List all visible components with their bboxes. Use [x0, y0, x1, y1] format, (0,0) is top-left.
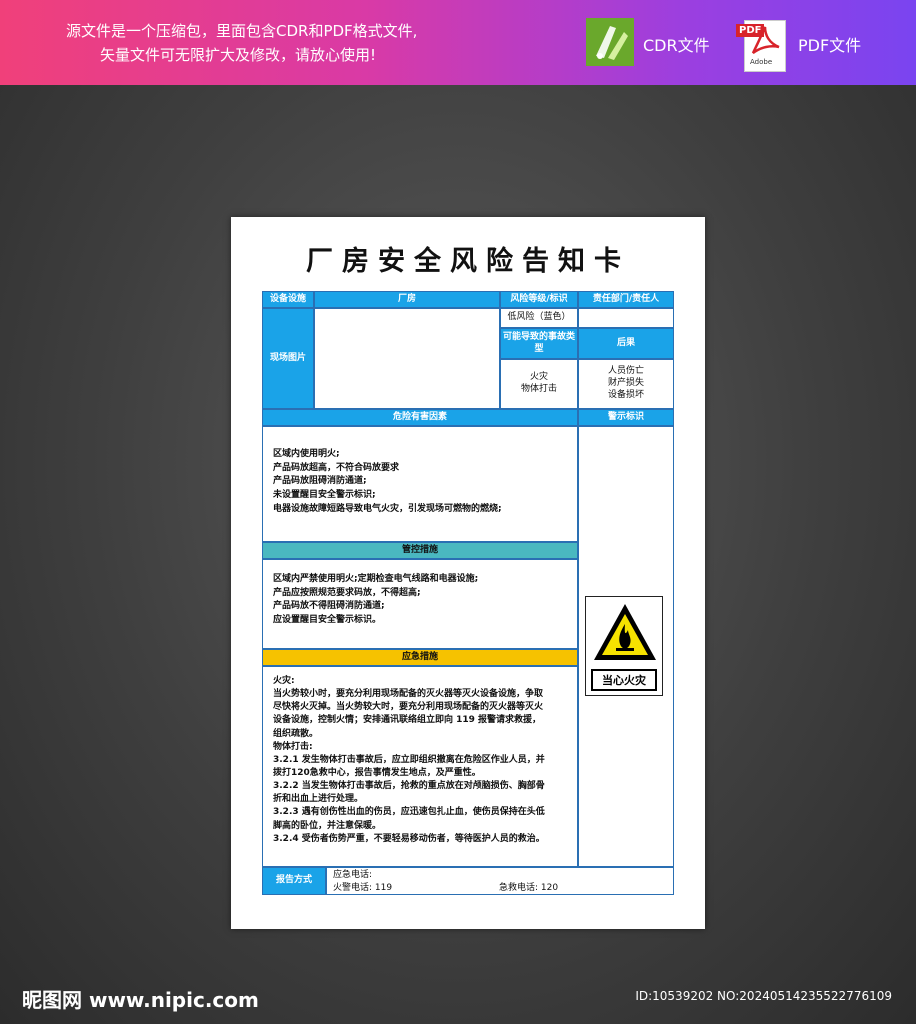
hazard-line: 产品码放阻碍消防通道;: [273, 476, 367, 487]
emergency-line: 组织疏散。: [273, 728, 319, 739]
consequence-item: 设备损坏: [607, 389, 644, 400]
warning-sign-header: 警示标识: [578, 409, 674, 426]
emergency-line: 尽快将火灭掉。当火势较大时，要充分利用现场配备的灭火器等灭火: [273, 702, 544, 713]
site-photo-label: 现场图片: [262, 308, 314, 409]
fire-phone: 火警电话: 119: [333, 883, 393, 893]
emergency-line: 折和出血上进行处理。: [273, 794, 364, 805]
control-line: 区域内严禁使用明火;定期检查电气线路和电器设施;: [273, 574, 479, 584]
accident-type-list: 火灾 物体打击: [500, 359, 578, 409]
emergency-phone: 应急电话:: [333, 870, 373, 880]
site-photo-area: [314, 308, 500, 409]
emergency-line: 设备设施，控制火情；安排通讯联络组立即向 119 报警请求救援，: [273, 715, 542, 726]
consequence-list: 人员伤亡 财产损失 设备损坏: [578, 359, 674, 409]
report-phones: 应急电话: 火警电话: 119 急救电话: 120: [326, 867, 674, 895]
control-line: 产品应按照规范要求码放，不得超高;: [273, 587, 421, 598]
accident-item: 火灾: [529, 372, 548, 383]
emergency-line: 脚高的卧位，并注意保暖。: [273, 820, 382, 831]
accident-item: 物体打击: [520, 384, 557, 394]
report-method-label: 报告方式: [262, 867, 326, 895]
hazard-text: 区域内使用明火; 产品码放超高，不符合码放要求 产品码放阻碍消防通道; 未设置醒…: [262, 426, 578, 542]
emergency-line: 物体打击:: [273, 741, 313, 752]
risk-notice-card: 厂房安全风险告知卡 设备设施 厂房 风险等级/标识 责任部门/责任人 现场图片 …: [231, 217, 705, 929]
emergency-line: 拨打120急救中心，报告事情发生地点，及严重性。: [273, 767, 481, 778]
fire-warning-label: 当心火灾: [591, 669, 657, 691]
hazard-line: 产品码放超高，不符合码放要求: [273, 462, 400, 473]
card-title: 厂房安全风险告知卡: [306, 246, 630, 277]
risk-level-value: 低风险（蓝色）: [500, 308, 578, 328]
emergency-line: 3.2.4 受伤者伤势严重，不要轻易移动伤者，等待医护人员的救治。: [273, 833, 545, 844]
fire-warning-sign: 当心火灾: [585, 596, 663, 696]
hazard-line: 区域内使用明火;: [273, 449, 340, 459]
pdf-file-label: PDF文件: [798, 36, 862, 55]
consequence-header: 后果: [578, 328, 674, 359]
control-line: 应设置醒目安全警示标识。: [273, 615, 382, 626]
hazard-line: 电器设施故障短路导致电气火灾，引发现场可燃物的燃烧;: [273, 503, 502, 514]
cdr-file-label: CDR文件: [643, 36, 710, 55]
emergency-line: 火灾:: [273, 676, 295, 686]
emergency-text: 火灾: 当火势较小时，要充分利用现场配备的灭火器等灭火设备设施，争取 尽快将火灭…: [262, 666, 578, 867]
device-value: 厂房: [314, 291, 500, 308]
nipic-watermark-id: ID:10539202 NO:20240514235522776109: [635, 989, 892, 1003]
emergency-header: 应急措施: [262, 649, 578, 666]
control-line: 产品码放不得阻碍消防通道;: [273, 601, 385, 612]
responsible-header: 责任部门/责任人: [578, 291, 674, 308]
device-header: 设备设施: [262, 291, 314, 308]
promo-banner: 源文件是一个压缩包，里面包含CDR和PDF格式文件, 矢量文件可无限扩大及修改，…: [0, 0, 916, 85]
control-text: 区域内严禁使用明火;定期检查电气线路和电器设施; 产品应按照规范要求码放，不得超…: [262, 559, 578, 649]
pdf-tag: PDF: [736, 24, 765, 37]
consequence-item: 人员伤亡: [607, 366, 644, 377]
banner-line-1: 源文件是一个压缩包，里面包含CDR和PDF格式文件,: [66, 22, 418, 40]
hazard-header: 危险有害因素: [262, 409, 578, 426]
ambulance-phone: 急救电话: 120: [499, 883, 559, 893]
control-header: 管控措施: [262, 542, 578, 559]
pdf-icon: PDF Adobe: [736, 18, 788, 72]
consequence-item: 财产损失: [607, 378, 644, 389]
banner-line-2: 矢量文件可无限扩大及修改，请放心使用!: [100, 46, 377, 64]
emergency-line: 3.2.1 发生物体打击事故后，应立即组织撤离在危险区作业人员，并: [273, 754, 545, 765]
accident-type-header: 可能导致的事故类型: [500, 328, 578, 359]
coreldraw-icon: [586, 18, 634, 66]
nipic-watermark-logo: 昵图网 www.nipic.com: [22, 988, 259, 1012]
risk-level-header: 风险等级/标识: [500, 291, 578, 308]
emergency-line: 3.2.2 当发生物体打击事故后，抢救的重点放在对颅脑损伤、胸部骨: [273, 781, 545, 792]
adobe-text: Adobe: [750, 58, 773, 66]
emergency-line: 当火势较小时，要充分利用现场配备的灭火器等灭火设备设施，争取: [273, 689, 544, 700]
emergency-line: 3.2.3 遇有创伤性出血的伤员，应迅速包扎止血，使伤员保持在头低: [273, 807, 545, 818]
fire-warning-icon: [594, 604, 656, 660]
responsible-value: [578, 308, 674, 328]
hazard-line: 未设置醒目安全警示标识;: [273, 490, 376, 501]
